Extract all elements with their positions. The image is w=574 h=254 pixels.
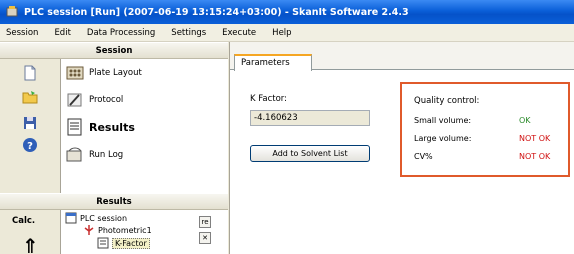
nav-plate-layout[interactable]: Plate Layout — [65, 63, 142, 83]
nav-protocol[interactable]: Protocol — [65, 90, 123, 110]
tree-node-session[interactable]: PLC session — [65, 212, 127, 224]
session-nav-list: Plate Layout Protocol Results Run Log — [60, 59, 228, 196]
delete-icon[interactable]: ✕ — [199, 232, 211, 244]
title-bar: PLC session [Run] (2007-06-19 13:15:24+0… — [0, 0, 574, 24]
quality-control-title: Quality control: — [414, 96, 480, 106]
tree-label: PLC session — [80, 213, 128, 223]
open-folder-icon[interactable] — [22, 89, 38, 105]
menu-bar: Session Edit Data Processing Settings Ex… — [0, 24, 574, 42]
menu-execute[interactable]: Execute — [216, 28, 266, 38]
kfactor-field[interactable]: -4.160623 — [250, 110, 370, 126]
menu-data-processing[interactable]: Data Processing — [81, 28, 165, 38]
qc-status: NOT OK — [519, 134, 551, 143]
session-toolbar: ? — [0, 59, 60, 196]
tree-node-photometric[interactable]: Photometric1 — [83, 224, 152, 236]
protocol-icon — [67, 93, 82, 107]
nav-label: Protocol — [89, 95, 124, 105]
app-icon — [6, 6, 18, 17]
tree-node-kfactor[interactable]: K-Factor — [97, 237, 150, 249]
kfactor-label: K Factor: — [250, 94, 288, 104]
session-header: Session — [0, 42, 228, 59]
quality-control-box: Quality control: Small volume: OK Large … — [400, 82, 570, 177]
window-title: PLC session [Run] (2007-06-19 13:15:24+0… — [24, 6, 409, 18]
nav-label: Run Log — [89, 150, 124, 160]
menu-session[interactable]: Session — [0, 28, 48, 38]
photometric-node-icon — [84, 225, 94, 235]
nav-label: Plate Layout — [89, 68, 142, 78]
help-icon[interactable]: ? — [22, 137, 38, 153]
results-toolbar: Calc. ⇑ — [0, 210, 60, 254]
kfactor-node-icon — [97, 237, 109, 249]
move-up-icon[interactable]: ⇑ — [22, 236, 39, 254]
svg-text:?: ? — [27, 141, 33, 152]
nav-results[interactable]: Results — [65, 117, 135, 137]
calc-label[interactable]: Calc. — [12, 216, 35, 226]
qc-label: Small volume: — [414, 116, 472, 125]
left-panel: Session ? Plate Layout Protocol Results … — [0, 42, 228, 254]
qc-label: CV% — [414, 152, 433, 161]
run-log-icon — [66, 147, 82, 162]
results-header: Results — [0, 193, 228, 210]
tab-parameters[interactable]: Parameters — [234, 54, 312, 71]
new-document-icon[interactable] — [22, 65, 38, 81]
results-tree: PLC session Photometric1 K-Factor re ✕ — [60, 210, 228, 254]
qc-status: OK — [519, 116, 531, 125]
tab-strip: Parameters — [230, 42, 574, 71]
nav-run-log[interactable]: Run Log — [65, 145, 123, 165]
main-panel: Parameters K Factor: -4.160623 Add to So… — [229, 42, 574, 254]
tree-label: K-Factor — [112, 237, 150, 249]
results-icon — [67, 118, 82, 136]
qc-status: NOT OK — [519, 152, 551, 161]
save-disk-icon[interactable] — [22, 115, 38, 131]
session-node-icon — [65, 212, 77, 224]
add-to-solvent-list-button[interactable]: Add to Solvent List — [250, 145, 370, 162]
nav-label: Results — [89, 120, 135, 134]
report-icon[interactable]: re — [199, 216, 211, 228]
plate-layout-icon — [66, 66, 84, 80]
menu-edit[interactable]: Edit — [48, 28, 80, 38]
menu-settings[interactable]: Settings — [165, 28, 216, 38]
tree-label: Photometric1 — [98, 225, 152, 235]
menu-help[interactable]: Help — [266, 28, 301, 38]
qc-label: Large volume: — [414, 134, 472, 143]
